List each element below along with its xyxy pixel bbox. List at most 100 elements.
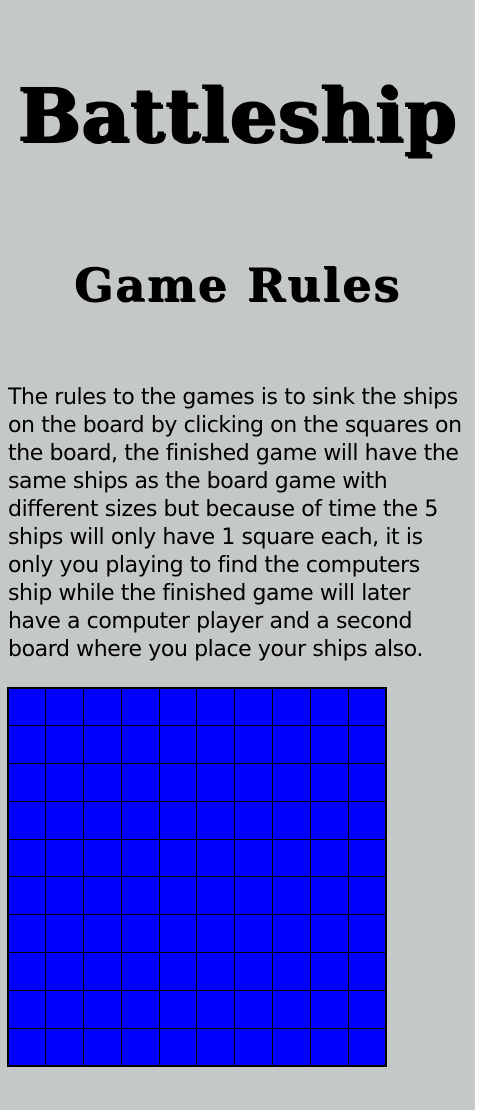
board-cell[interactable] xyxy=(45,914,85,954)
board-cell[interactable] xyxy=(234,876,274,916)
board-cell[interactable] xyxy=(158,1027,198,1067)
board-cell[interactable] xyxy=(347,952,387,991)
board-cell[interactable] xyxy=(309,725,349,765)
board-cell[interactable] xyxy=(347,838,387,878)
board-cell[interactable] xyxy=(83,838,122,878)
board-cell[interactable] xyxy=(158,687,198,727)
board-cell[interactable] xyxy=(196,876,236,916)
board-cell[interactable] xyxy=(120,876,160,916)
board-cell[interactable] xyxy=(158,800,198,840)
board-cell[interactable] xyxy=(234,952,274,991)
board-cell[interactable] xyxy=(196,952,236,991)
board-cell[interactable] xyxy=(309,800,349,840)
board-cell[interactable] xyxy=(272,876,311,916)
board-cell[interactable] xyxy=(309,763,349,802)
board-cell[interactable] xyxy=(45,876,85,916)
board-cell[interactable] xyxy=(196,763,236,802)
board-cell[interactable] xyxy=(45,763,85,802)
board-cell[interactable] xyxy=(347,800,387,840)
board-cell[interactable] xyxy=(347,725,387,765)
board-cell[interactable] xyxy=(83,763,122,802)
board-cell[interactable] xyxy=(7,952,47,991)
board-cell[interactable] xyxy=(45,952,85,991)
board-cell[interactable] xyxy=(7,800,47,840)
board-cell[interactable] xyxy=(45,838,85,878)
board-cell[interactable] xyxy=(196,914,236,954)
board-cell[interactable] xyxy=(120,1027,160,1067)
board-cell[interactable] xyxy=(347,1027,387,1067)
board-cell[interactable] xyxy=(83,687,122,727)
board-cell[interactable] xyxy=(120,687,160,727)
board-cell[interactable] xyxy=(272,838,311,878)
board-cell[interactable] xyxy=(83,952,122,991)
board-cell[interactable] xyxy=(158,838,198,878)
board-cell[interactable] xyxy=(158,952,198,991)
board-cell[interactable] xyxy=(196,725,236,765)
board-cell[interactable] xyxy=(272,952,311,991)
board-cell[interactable] xyxy=(158,989,198,1029)
board-cell[interactable] xyxy=(272,687,311,727)
board-cell[interactable] xyxy=(347,989,387,1029)
board-cell[interactable] xyxy=(120,952,160,991)
board-cell[interactable] xyxy=(7,725,47,765)
board-cell[interactable] xyxy=(120,800,160,840)
board-cell[interactable] xyxy=(120,763,160,802)
board-cell[interactable] xyxy=(234,1027,274,1067)
board-cell[interactable] xyxy=(272,725,311,765)
board-cell[interactable] xyxy=(234,838,274,878)
board-cell[interactable] xyxy=(45,800,85,840)
board-cell[interactable] xyxy=(45,1027,85,1067)
board-cell[interactable] xyxy=(272,989,311,1029)
board-cell[interactable] xyxy=(7,989,47,1029)
board-cell[interactable] xyxy=(234,800,274,840)
board-cell[interactable] xyxy=(347,763,387,802)
board-cell[interactable] xyxy=(83,1027,122,1067)
board-cell[interactable] xyxy=(83,800,122,840)
board-cell[interactable] xyxy=(7,838,47,878)
board-cell[interactable] xyxy=(309,914,349,954)
board-cell[interactable] xyxy=(7,1027,47,1067)
board-cell[interactable] xyxy=(7,687,47,727)
board-cell[interactable] xyxy=(234,687,274,727)
board-cell[interactable] xyxy=(309,876,349,916)
board-cell[interactable] xyxy=(7,876,47,916)
board-cell[interactable] xyxy=(272,763,311,802)
board-cell[interactable] xyxy=(7,914,47,954)
board-cell[interactable] xyxy=(83,914,122,954)
board-cell[interactable] xyxy=(158,763,198,802)
board-cell[interactable] xyxy=(196,800,236,840)
board-cell[interactable] xyxy=(196,1027,236,1067)
board-cell[interactable] xyxy=(83,989,122,1029)
board-cell[interactable] xyxy=(234,989,274,1029)
board-cell[interactable] xyxy=(158,876,198,916)
board-cell[interactable] xyxy=(45,989,85,1029)
board-cell[interactable] xyxy=(347,687,387,727)
board-cell[interactable] xyxy=(120,725,160,765)
board-cell[interactable] xyxy=(272,1027,311,1067)
board-cell[interactable] xyxy=(120,838,160,878)
board-cell[interactable] xyxy=(309,687,349,727)
board-cell[interactable] xyxy=(45,687,85,727)
board-cell[interactable] xyxy=(120,989,160,1029)
board-cell[interactable] xyxy=(309,838,349,878)
board-cell[interactable] xyxy=(196,838,236,878)
board-cell[interactable] xyxy=(309,989,349,1029)
board-cell[interactable] xyxy=(272,800,311,840)
board-cell[interactable] xyxy=(196,687,236,727)
board-cell[interactable] xyxy=(234,763,274,802)
board-cell[interactable] xyxy=(120,914,160,954)
board-cell[interactable] xyxy=(234,725,274,765)
board-cell[interactable] xyxy=(7,763,47,802)
board-cell[interactable] xyxy=(309,952,349,991)
board-cell[interactable] xyxy=(83,725,122,765)
board-cell[interactable] xyxy=(347,914,387,954)
board-cell[interactable] xyxy=(347,876,387,916)
board-cell[interactable] xyxy=(196,989,236,1029)
board-cell[interactable] xyxy=(234,914,274,954)
board-cell[interactable] xyxy=(158,725,198,765)
board-cell[interactable] xyxy=(309,1027,349,1067)
board-cell[interactable] xyxy=(83,876,122,916)
board-cell[interactable] xyxy=(45,725,85,765)
board-cell[interactable] xyxy=(158,914,198,954)
board-cell[interactable] xyxy=(272,914,311,954)
